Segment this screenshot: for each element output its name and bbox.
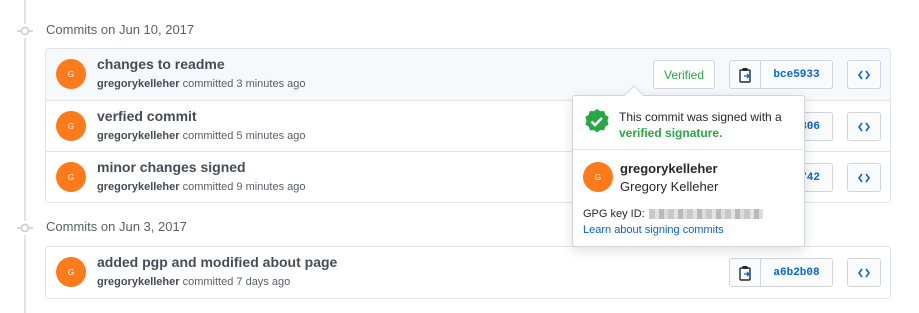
verified-signature-link[interactable]: verified signature. xyxy=(619,126,722,140)
avatar[interactable]: G xyxy=(56,257,86,287)
commit-title-link[interactable]: changes to readme xyxy=(97,56,225,72)
gpg-key-redacted xyxy=(648,209,763,219)
browse-repo-button[interactable] xyxy=(847,60,881,89)
commit-group-date: Commits on Jun 10, 2017 xyxy=(46,22,195,37)
code-icon xyxy=(858,268,870,277)
signature-popover: This commit was signed with a verified s… xyxy=(572,95,805,247)
commit-author[interactable]: gregorykelleher xyxy=(97,130,180,142)
signature-message-text: This commit was signed with a xyxy=(619,110,782,124)
signature-message: This commit was signed with a verified s… xyxy=(619,109,799,141)
signer-avatar[interactable]: G xyxy=(583,162,613,192)
code-icon xyxy=(858,122,870,131)
code-icon xyxy=(858,173,870,182)
commit-time: committed 5 minutes ago xyxy=(182,130,306,142)
browse-repo-button[interactable] xyxy=(847,258,881,287)
verified-badge[interactable]: Verified xyxy=(653,60,716,89)
commit-meta: gregorykelleher committed 7 days ago xyxy=(97,276,290,288)
timeline-line xyxy=(24,0,26,313)
commit-row: G changes to readme gregorykelleher comm… xyxy=(46,49,890,100)
copy-sha-button[interactable] xyxy=(729,60,761,89)
gpg-key-label: GPG key ID: xyxy=(583,208,645,220)
gpg-key-id: GPG key ID: xyxy=(583,208,763,220)
avatar[interactable]: G xyxy=(56,59,86,89)
commit-author[interactable]: gregorykelleher xyxy=(97,181,180,193)
sha-button-group: bce5933 xyxy=(729,60,833,89)
popover-header: This commit was signed with a verified s… xyxy=(573,96,804,150)
commit-sha-link[interactable]: bce5933 xyxy=(761,60,833,89)
commit-title-link[interactable]: added pgp and modified about page xyxy=(97,254,337,270)
commit-author[interactable]: gregorykelleher xyxy=(97,78,180,90)
copy-sha-button[interactable] xyxy=(729,258,761,287)
avatar[interactable]: G xyxy=(56,111,86,141)
commit-time: committed 3 minutes ago xyxy=(182,78,306,90)
git-commit-icon xyxy=(17,221,33,235)
signer-name: Gregory Kelleher xyxy=(620,179,719,194)
commit-title-link[interactable]: verfied commit xyxy=(97,108,197,124)
commit-sha-link[interactable]: a6b2b08 xyxy=(761,258,833,287)
commit-meta: gregorykelleher committed 9 minutes ago xyxy=(97,181,306,193)
commit-row: G added pgp and modified about page greg… xyxy=(46,247,890,298)
clippy-icon xyxy=(739,67,751,83)
browse-repo-button[interactable] xyxy=(847,163,881,192)
commit-author[interactable]: gregorykelleher xyxy=(97,276,180,288)
git-commit-icon xyxy=(17,24,33,38)
commit-meta: gregorykelleher committed 5 minutes ago xyxy=(97,130,306,142)
clippy-icon xyxy=(739,265,751,281)
commit-time: committed 7 days ago xyxy=(182,276,291,288)
commit-time: committed 9 minutes ago xyxy=(182,181,306,193)
commit-meta: gregorykelleher committed 3 minutes ago xyxy=(97,78,306,90)
avatar[interactable]: G xyxy=(56,162,86,192)
learn-signing-link[interactable]: Learn about signing commits xyxy=(583,224,724,236)
commit-group-date: Commits on Jun 3, 2017 xyxy=(46,219,187,234)
commit-list: G added pgp and modified about page greg… xyxy=(45,246,891,299)
signer-login[interactable]: gregorykelleher xyxy=(620,161,718,176)
verified-check-icon xyxy=(583,108,611,141)
browse-repo-button[interactable] xyxy=(847,112,881,141)
code-icon xyxy=(858,70,870,79)
commit-title-link[interactable]: minor changes signed xyxy=(97,159,246,175)
sha-button-group: a6b2b08 xyxy=(729,258,833,287)
